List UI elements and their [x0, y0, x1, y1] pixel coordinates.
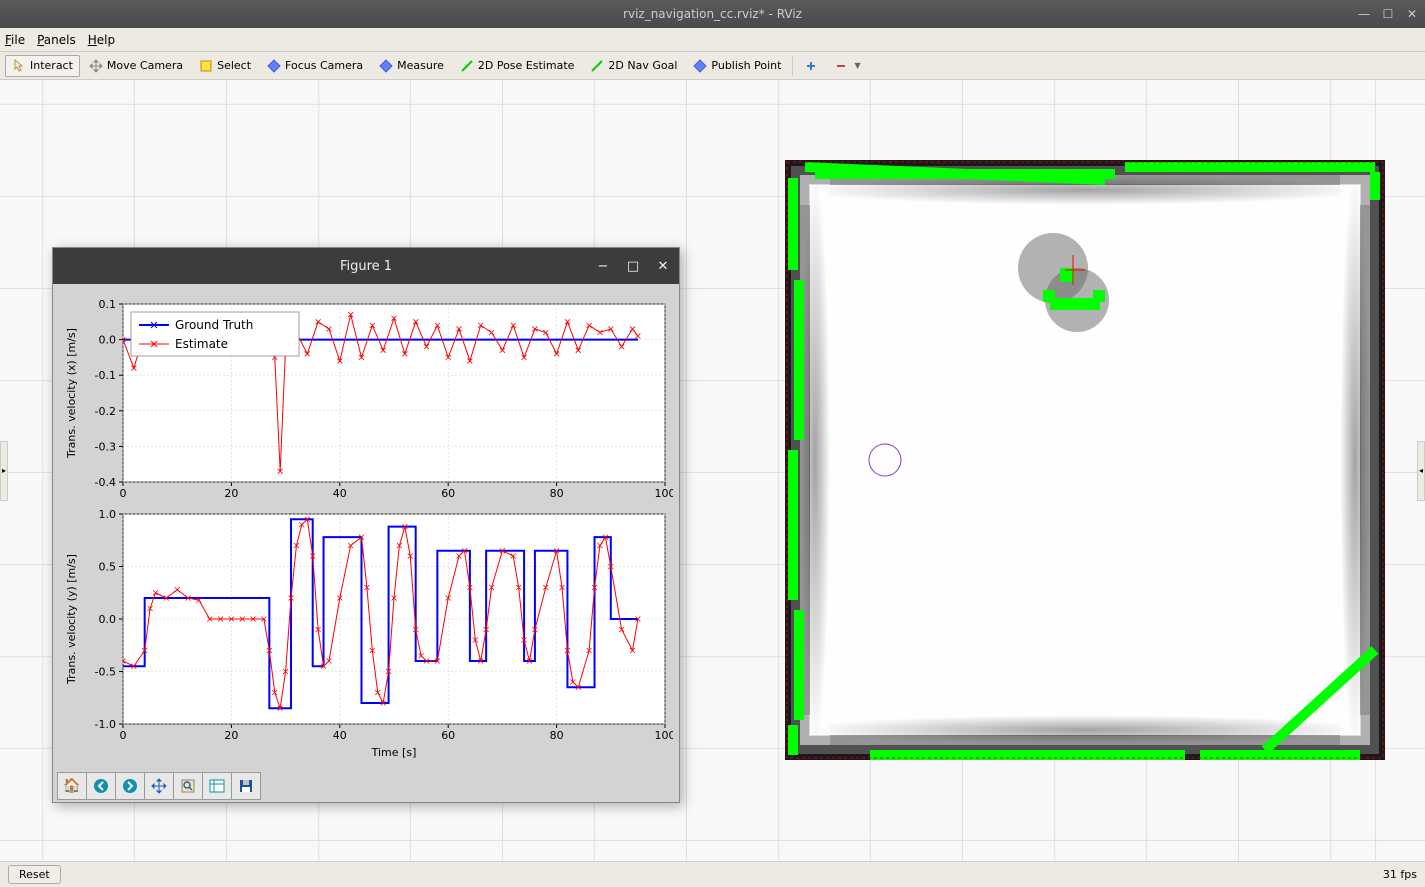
svg-text:-1.0: -1.0: [95, 718, 116, 731]
focus-camera-button[interactable]: Focus Camera: [260, 55, 370, 77]
close-icon[interactable]: ✕: [1404, 6, 1420, 22]
window-titlebar: rviz_navigation_cc.rviz* - RViz — ☐ ✕: [0, 0, 1425, 28]
measure-button[interactable]: Measure: [372, 55, 451, 77]
svg-text:20: 20: [224, 487, 238, 500]
menu-panels[interactable]: Panels: [37, 33, 76, 47]
back-button[interactable]: [86, 772, 116, 800]
figure-canvas: 0 20 40 60 80 100 -0.4 -0.3 -0.2 -0.1 0.0 0.1 Trans.…: [53, 284, 679, 770]
measure-icon: [379, 59, 393, 73]
menu-file[interactable]: File: [5, 33, 25, 47]
maximize-icon[interactable]: ☐: [1380, 6, 1396, 22]
configure-icon: [209, 778, 225, 794]
zoom-icon: [180, 778, 196, 794]
interact-icon: [12, 59, 26, 73]
svg-text:1.0: 1.0: [99, 508, 117, 521]
svg-text:20: 20: [224, 729, 238, 742]
save-button[interactable]: [231, 772, 261, 800]
map-visualization: [785, 160, 1385, 760]
back-icon: [93, 778, 109, 794]
fps-label: 31 fps: [1383, 868, 1417, 881]
svg-text:80: 80: [550, 487, 564, 500]
interact-button[interactable]: Interact: [5, 55, 80, 77]
minimize-icon[interactable]: —: [1356, 6, 1372, 22]
svg-text:Trans. velocity (x) [m/s]: Trans. velocity (x) [m/s]: [65, 328, 78, 459]
svg-text:-0.5: -0.5: [95, 666, 116, 679]
svg-text:Trans. velocity (y) [m/s]: Trans. velocity (y) [m/s]: [65, 554, 78, 685]
publish-point-icon: [693, 59, 707, 73]
dropdown-arrow-icon: ▼: [854, 61, 860, 70]
svg-text:80: 80: [550, 729, 564, 742]
figure-close-icon[interactable]: ✕: [655, 259, 671, 274]
svg-text:-0.3: -0.3: [95, 440, 116, 453]
svg-text:Ground Truth: Ground Truth: [175, 318, 253, 332]
toolbar-separator: [792, 56, 793, 76]
focus-camera-icon: [267, 59, 281, 73]
menu-help[interactable]: Help: [88, 33, 115, 47]
nav-goal-button[interactable]: 2D Nav Goal: [583, 55, 684, 77]
move-camera-icon: [89, 59, 103, 73]
pose-estimate-icon: [460, 59, 474, 73]
window-title: rviz_navigation_cc.rviz* - RViz: [623, 7, 802, 21]
minus-icon: [834, 59, 848, 73]
select-icon: [199, 59, 213, 73]
figure-minimize-icon[interactable]: −: [595, 259, 611, 274]
svg-text:-0.4: -0.4: [95, 476, 116, 489]
save-icon: [238, 778, 254, 794]
forward-icon: [122, 778, 138, 794]
svg-text:-0.2: -0.2: [95, 405, 116, 418]
toolbar: Interact Move Camera Select Focus Camera…: [0, 52, 1425, 80]
chart-velocity-x: 0 20 40 60 80 100 -0.4 -0.3 -0.2 -0.1 0.0 0.1 Trans.…: [57, 294, 673, 504]
statusbar: Reset 31 fps: [0, 861, 1425, 887]
svg-text:0: 0: [120, 729, 127, 742]
nav-goal-icon: [590, 59, 604, 73]
svg-text:0.1: 0.1: [99, 298, 117, 311]
figure-title: Figure 1: [340, 259, 392, 274]
zoom-button[interactable]: [173, 772, 203, 800]
select-button[interactable]: Select: [192, 55, 258, 77]
reset-button[interactable]: Reset: [8, 865, 61, 884]
svg-text:0.0: 0.0: [99, 334, 117, 347]
figure-window: Figure 1 − □ ✕ 0 20 40 60 80 100 -0.4 -0.3 -0.2 -…: [52, 247, 680, 803]
add-tool-button[interactable]: [797, 55, 825, 77]
figure-titlebar[interactable]: Figure 1 − □ ✕: [53, 248, 679, 284]
svg-text:60: 60: [441, 729, 455, 742]
figure-maximize-icon[interactable]: □: [625, 259, 641, 274]
pan-icon: [151, 778, 167, 794]
pan-button[interactable]: [144, 772, 174, 800]
remove-tool-button[interactable]: ▼: [827, 55, 867, 77]
svg-text:0.0: 0.0: [99, 613, 117, 626]
menubar: File Panels Help: [0, 28, 1425, 52]
svg-text:100: 100: [655, 487, 674, 500]
chart-velocity-y: 0 20 40 60 80 100 -1.0 -0.5 0.0 0.5 1.0 Trans. velo…: [57, 504, 673, 762]
home-icon: 🏠: [63, 778, 80, 794]
plus-icon: [804, 59, 818, 73]
svg-text:-0.1: -0.1: [95, 369, 116, 382]
publish-point-button[interactable]: Publish Point: [686, 55, 788, 77]
forward-button[interactable]: [115, 772, 145, 800]
svg-text:0.5: 0.5: [99, 561, 117, 574]
svg-text:Estimate: Estimate: [175, 337, 228, 351]
svg-text:0: 0: [120, 487, 127, 500]
move-camera-button[interactable]: Move Camera: [82, 55, 190, 77]
configure-button[interactable]: [202, 772, 232, 800]
svg-text:40: 40: [333, 487, 347, 500]
left-panel-expand[interactable]: ▸: [0, 441, 8, 501]
svg-text:100: 100: [655, 729, 674, 742]
figure-toolbar: 🏠: [53, 770, 679, 802]
svg-text:40: 40: [333, 729, 347, 742]
home-button[interactable]: 🏠: [57, 772, 87, 800]
pose-estimate-button[interactable]: 2D Pose Estimate: [453, 55, 582, 77]
svg-text:60: 60: [441, 487, 455, 500]
viewport[interactable]: ▸ ◂: [0, 80, 1425, 861]
right-panel-expand[interactable]: ◂: [1417, 441, 1425, 501]
svg-text:Time [s]: Time [s]: [371, 746, 417, 759]
